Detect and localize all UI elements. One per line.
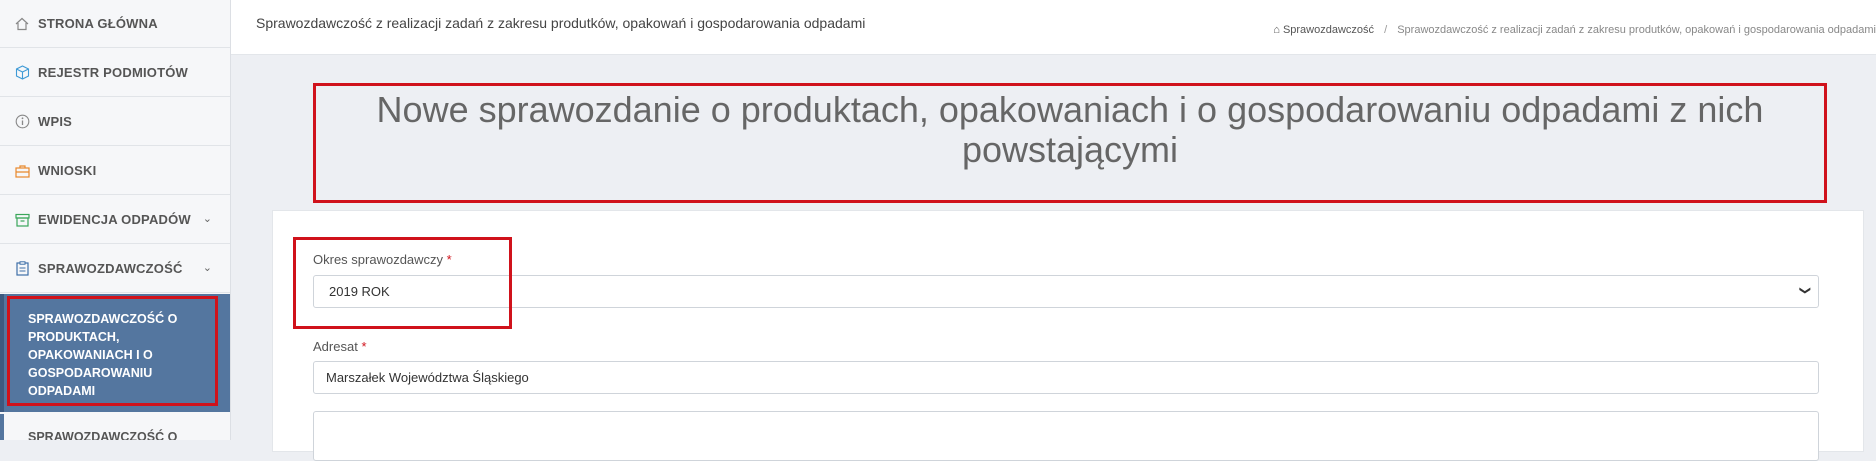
period-select-value: 2019 ROK	[329, 284, 390, 299]
sidebar-item-label: WPIS	[38, 114, 73, 129]
breadcrumb: ⌂ Sprawozdawczość / Sprawozdawczość z re…	[1273, 24, 1876, 36]
page-title: Nowe sprawozdanie o produktach, opakowan…	[376, 89, 1764, 170]
chevron-down-icon: ⌄	[202, 262, 212, 274]
sidebar-subitem-products-packaging[interactable]: SPRAWOZDAWCZOŚĆ O PRODUKTACH, OPAKOWANIA…	[0, 294, 230, 412]
addressee-field-value: Marszałek Województwa Śląskiego	[326, 370, 529, 385]
sidebar-subitem-label: SPRAWOZDAWCZOŚĆ O PRODUKTACH, OPAKOWANIA…	[28, 312, 178, 398]
addressee-label: Adresat *	[313, 339, 367, 354]
sidebar-subitem-next[interactable]: SPRAWOZDAWCZOŚĆ O	[0, 414, 230, 440]
sidebar-item-label: SPRAWOZDAWCZOŚĆ	[38, 261, 183, 276]
sidebar-item-label: REJESTR PODMIOTÓW	[38, 65, 189, 80]
archive-icon	[14, 212, 30, 228]
sidebar-item-label: WNIOSKI	[38, 163, 97, 178]
chevron-down-icon: ❯	[1798, 285, 1811, 296]
home-icon: ⌂	[1273, 24, 1280, 36]
sidebar: STRONA GŁÓWNA REJESTR PODMIOTÓW WPIS WNI…	[0, 0, 231, 440]
breadcrumb-current: Sprawozdawczość z realizacji zadań z zak…	[1397, 24, 1876, 36]
form-card: Okres sprawozdawczy * 2019 ROK ❯ Adresat…	[272, 210, 1864, 461]
sidebar-item-label: EWIDENCJA ODPADÓW	[38, 212, 191, 227]
clipboard-icon	[14, 261, 30, 277]
addressee-label-text: Adresat	[313, 339, 358, 354]
required-marker: *	[446, 252, 452, 267]
required-marker: *	[361, 339, 367, 354]
cube-icon	[14, 65, 30, 81]
addressee-field[interactable]: Marszałek Województwa Śląskiego	[313, 361, 1819, 394]
briefcase-icon	[14, 163, 30, 179]
sidebar-item-entry[interactable]: WPIS	[0, 98, 230, 146]
sidebar-item-waste-records[interactable]: EWIDENCJA ODPADÓW ⌄	[0, 196, 230, 244]
home-icon	[14, 16, 30, 32]
details-textarea[interactable]	[313, 411, 1819, 461]
chevron-down-icon: ⌄	[202, 213, 212, 225]
breadcrumb-home-link[interactable]: Sprawozdawczość	[1283, 24, 1374, 36]
info-icon	[14, 114, 30, 130]
sidebar-item-label: STRONA GŁÓWNA	[38, 16, 158, 31]
breadcrumb-separator: /	[1384, 24, 1388, 36]
sidebar-item-reporting[interactable]: SPRAWOZDAWCZOŚĆ ⌄	[0, 245, 230, 293]
sidebar-subitem-label: SPRAWOZDAWCZOŚĆ O	[28, 430, 178, 440]
period-label: Okres sprawozdawczy *	[313, 252, 452, 267]
sidebar-item-home[interactable]: STRONA GŁÓWNA	[0, 0, 230, 48]
sidebar-item-registry[interactable]: REJESTR PODMIOTÓW	[0, 49, 230, 97]
page-section-title: Sprawozdawczość z realizacji zadań z zak…	[256, 15, 866, 31]
period-label-text: Okres sprawozdawczy	[313, 252, 444, 267]
period-select[interactable]: 2019 ROK ❯	[313, 275, 1819, 308]
sidebar-item-applications[interactable]: WNIOSKI	[0, 147, 230, 195]
top-bar: Sprawozdawczość z realizacji zadań z zak…	[231, 0, 1876, 55]
